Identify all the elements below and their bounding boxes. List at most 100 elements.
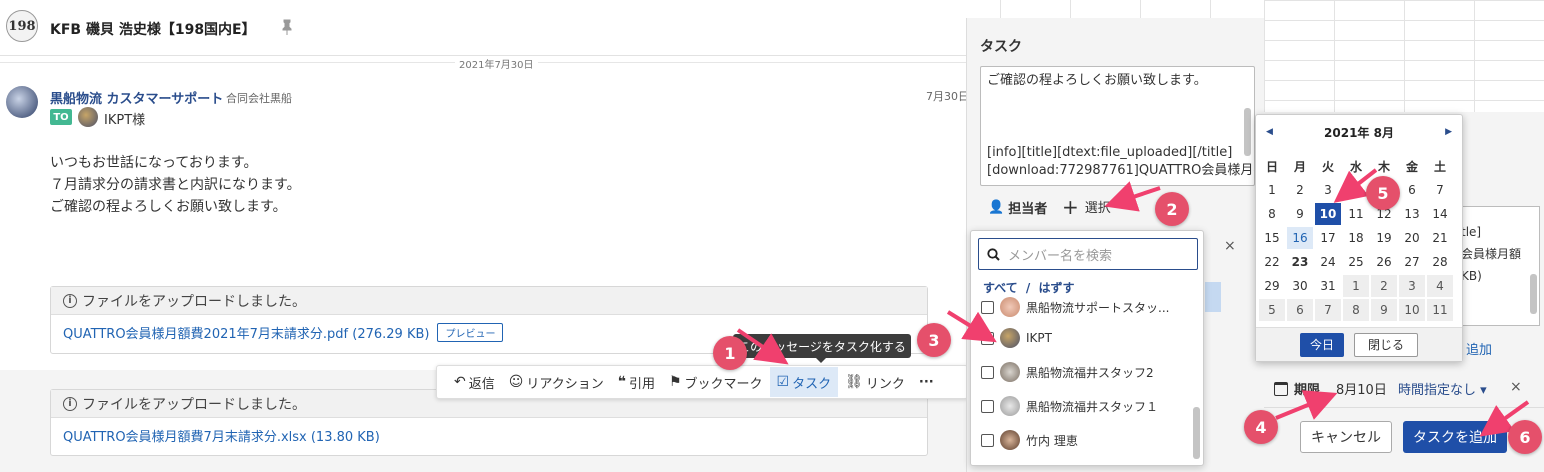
calendar-day[interactable]: 10: [1399, 299, 1425, 321]
link-button[interactable]: ⛓ リンク: [838, 367, 912, 397]
reply-button[interactable]: ↶ 返信: [447, 367, 502, 397]
calendar-day[interactable]: 25: [1343, 251, 1369, 273]
cancel-button[interactable]: キャンセル: [1300, 421, 1392, 453]
member-avatar: [1000, 430, 1020, 450]
member-item[interactable]: IKPT: [971, 321, 1193, 355]
calendar-day[interactable]: 10: [1315, 203, 1341, 225]
calendar-day[interactable]: 2: [1287, 179, 1313, 201]
task-content-textarea-duplicate[interactable]: tle] 会員様月額 KB): [1454, 206, 1540, 326]
member-checkbox[interactable]: [981, 300, 994, 314]
dropdown-scrollbar[interactable]: [1193, 407, 1200, 459]
calendar-day[interactable]: 6: [1287, 299, 1313, 321]
member-item[interactable]: 黒船物流サポートスタッ...: [971, 293, 1193, 321]
annotation-badge: 5: [1366, 176, 1400, 210]
calendar-day[interactable]: 27: [1399, 251, 1425, 273]
more-button[interactable]: ···: [912, 367, 941, 397]
task-content-textarea[interactable]: ご確認の程よろしくお願い致します。 [info][title][dtext:fi…: [980, 66, 1255, 186]
deadline-date[interactable]: 8月10日: [1336, 379, 1387, 398]
quote-button[interactable]: ❝ 引用: [611, 367, 662, 397]
calendar-day[interactable]: 20: [1399, 227, 1425, 249]
info-icon: i: [63, 293, 77, 308]
date-picker: ◀ 2021年 8月 ▶ 日月火水木金土12345678910111213141…: [1255, 114, 1463, 362]
calendar-day[interactable]: 19: [1371, 227, 1397, 249]
room-avatar[interactable]: 198: [6, 10, 38, 42]
calendar-day[interactable]: 16: [1287, 227, 1313, 249]
file-link[interactable]: QUATTRO会員様月額費2021年7月末請求分.pdf (276.29 KB): [63, 323, 429, 342]
calendar-day[interactable]: 3: [1399, 275, 1425, 297]
preview-button[interactable]: プレビュー: [437, 323, 504, 342]
calendar-day[interactable]: 21: [1427, 227, 1453, 249]
calendar-day[interactable]: 4: [1427, 275, 1453, 297]
calendar-day[interactable]: 13: [1399, 203, 1425, 225]
add-task-button[interactable]: タスクを追加: [1403, 421, 1507, 453]
member-checkbox[interactable]: [981, 399, 994, 413]
member-dropdown: メンバー名を検索 すべて / はずす 黒船物流サポートスタッ... IKPT 黒…: [970, 230, 1204, 466]
calendar-day[interactable]: 2: [1371, 275, 1397, 297]
hidden-button-edge: [1205, 282, 1221, 312]
calendar-day[interactable]: 28: [1427, 251, 1453, 273]
today-button[interactable]: 今日: [1300, 332, 1344, 357]
clear-deadline-icon[interactable]: ×: [1510, 379, 1522, 395]
search-icon: [987, 247, 1000, 261]
prev-month-icon[interactable]: ◀: [1266, 127, 1273, 137]
member-item[interactable]: 黒船物流福井スタッフ2: [971, 355, 1193, 389]
calendar-day[interactable]: 15: [1259, 227, 1285, 249]
time-select-dropdown[interactable]: 時間指定なし ▾: [1398, 379, 1487, 398]
add-link[interactable]: 追加: [1466, 339, 1492, 358]
close-icon[interactable]: ×: [1224, 238, 1236, 254]
calendar-day[interactable]: 1: [1343, 275, 1369, 297]
pin-icon[interactable]: [280, 19, 294, 35]
task-panel-title: タスク: [980, 39, 1022, 55]
calendar-day[interactable]: 8: [1259, 203, 1285, 225]
calendar-day[interactable]: 9: [1287, 203, 1313, 225]
textarea-scrollbar[interactable]: [1244, 108, 1251, 156]
weekday-label: 金: [1405, 159, 1418, 174]
member-avatar: [1000, 297, 1020, 317]
calendar-day[interactable]: 5: [1259, 299, 1285, 321]
calendar-day[interactable]: 8: [1343, 299, 1369, 321]
sender-avatar[interactable]: [6, 86, 38, 118]
calendar-day[interactable]: 4: [1343, 179, 1369, 201]
calendar-day[interactable]: 18: [1343, 227, 1369, 249]
member-checkbox[interactable]: [981, 365, 994, 379]
calendar-day[interactable]: 7: [1427, 179, 1453, 201]
select-assignee-button[interactable]: + 選択: [1062, 197, 1111, 217]
member-name: 黒船物流福井スタッフ１: [1026, 399, 1159, 414]
calendar-day[interactable]: 14: [1427, 203, 1453, 225]
file-header-text: ファイルをアップロードしました。: [82, 396, 306, 413]
next-month-icon[interactable]: ▶: [1445, 127, 1452, 137]
calendar-icon: [1274, 381, 1288, 396]
reaction-button[interactable]: ☺ リアクション: [502, 367, 611, 397]
calendar-day[interactable]: 6: [1399, 179, 1425, 201]
calendar-day[interactable]: 30: [1287, 275, 1313, 297]
to-badge: TO: [50, 109, 72, 125]
calendar-day[interactable]: 17: [1315, 227, 1341, 249]
calendar-day[interactable]: 22: [1259, 251, 1285, 273]
textarea-line: [download:772987761]QUATTRO会員様月額: [987, 163, 1255, 178]
bookmark-button[interactable]: ⚑ ブックマーク: [662, 367, 770, 397]
calendar-day[interactable]: 3: [1315, 179, 1341, 201]
file-header-text: ファイルをアップロードしました。: [82, 293, 306, 310]
member-item[interactable]: 竹内 理恵: [971, 423, 1193, 457]
calendar-day[interactable]: 7: [1315, 299, 1341, 321]
member-checkbox[interactable]: [981, 331, 994, 345]
member-search-input[interactable]: メンバー名を検索: [978, 238, 1198, 270]
calendar-day[interactable]: 1: [1259, 179, 1285, 201]
calendar-day[interactable]: 29: [1259, 275, 1285, 297]
textarea-scrollbar[interactable]: [1530, 274, 1537, 314]
calendar-day[interactable]: 9: [1371, 299, 1397, 321]
calendar-day[interactable]: 11: [1427, 299, 1453, 321]
task-check-icon: ☑: [776, 374, 790, 390]
calendar-day[interactable]: 11: [1343, 203, 1369, 225]
task-button[interactable]: ☑ タスク: [769, 367, 839, 397]
calendar-day[interactable]: 31: [1315, 275, 1341, 297]
close-calendar-button[interactable]: 閉じる: [1354, 332, 1418, 357]
calendar-day[interactable]: 26: [1371, 251, 1397, 273]
sender-name[interactable]: 黒船物流 カスタマーサポート: [50, 88, 223, 107]
calendar-day[interactable]: 23: [1287, 251, 1313, 273]
member-checkbox[interactable]: [981, 433, 994, 447]
member-name: IKPT: [1026, 331, 1052, 345]
calendar-day[interactable]: 24: [1315, 251, 1341, 273]
member-item[interactable]: 黒船物流福井スタッフ１: [971, 389, 1193, 423]
file-link[interactable]: QUATTRO会員様月額費7月末請求分.xlsx (13.80 KB): [63, 426, 380, 445]
